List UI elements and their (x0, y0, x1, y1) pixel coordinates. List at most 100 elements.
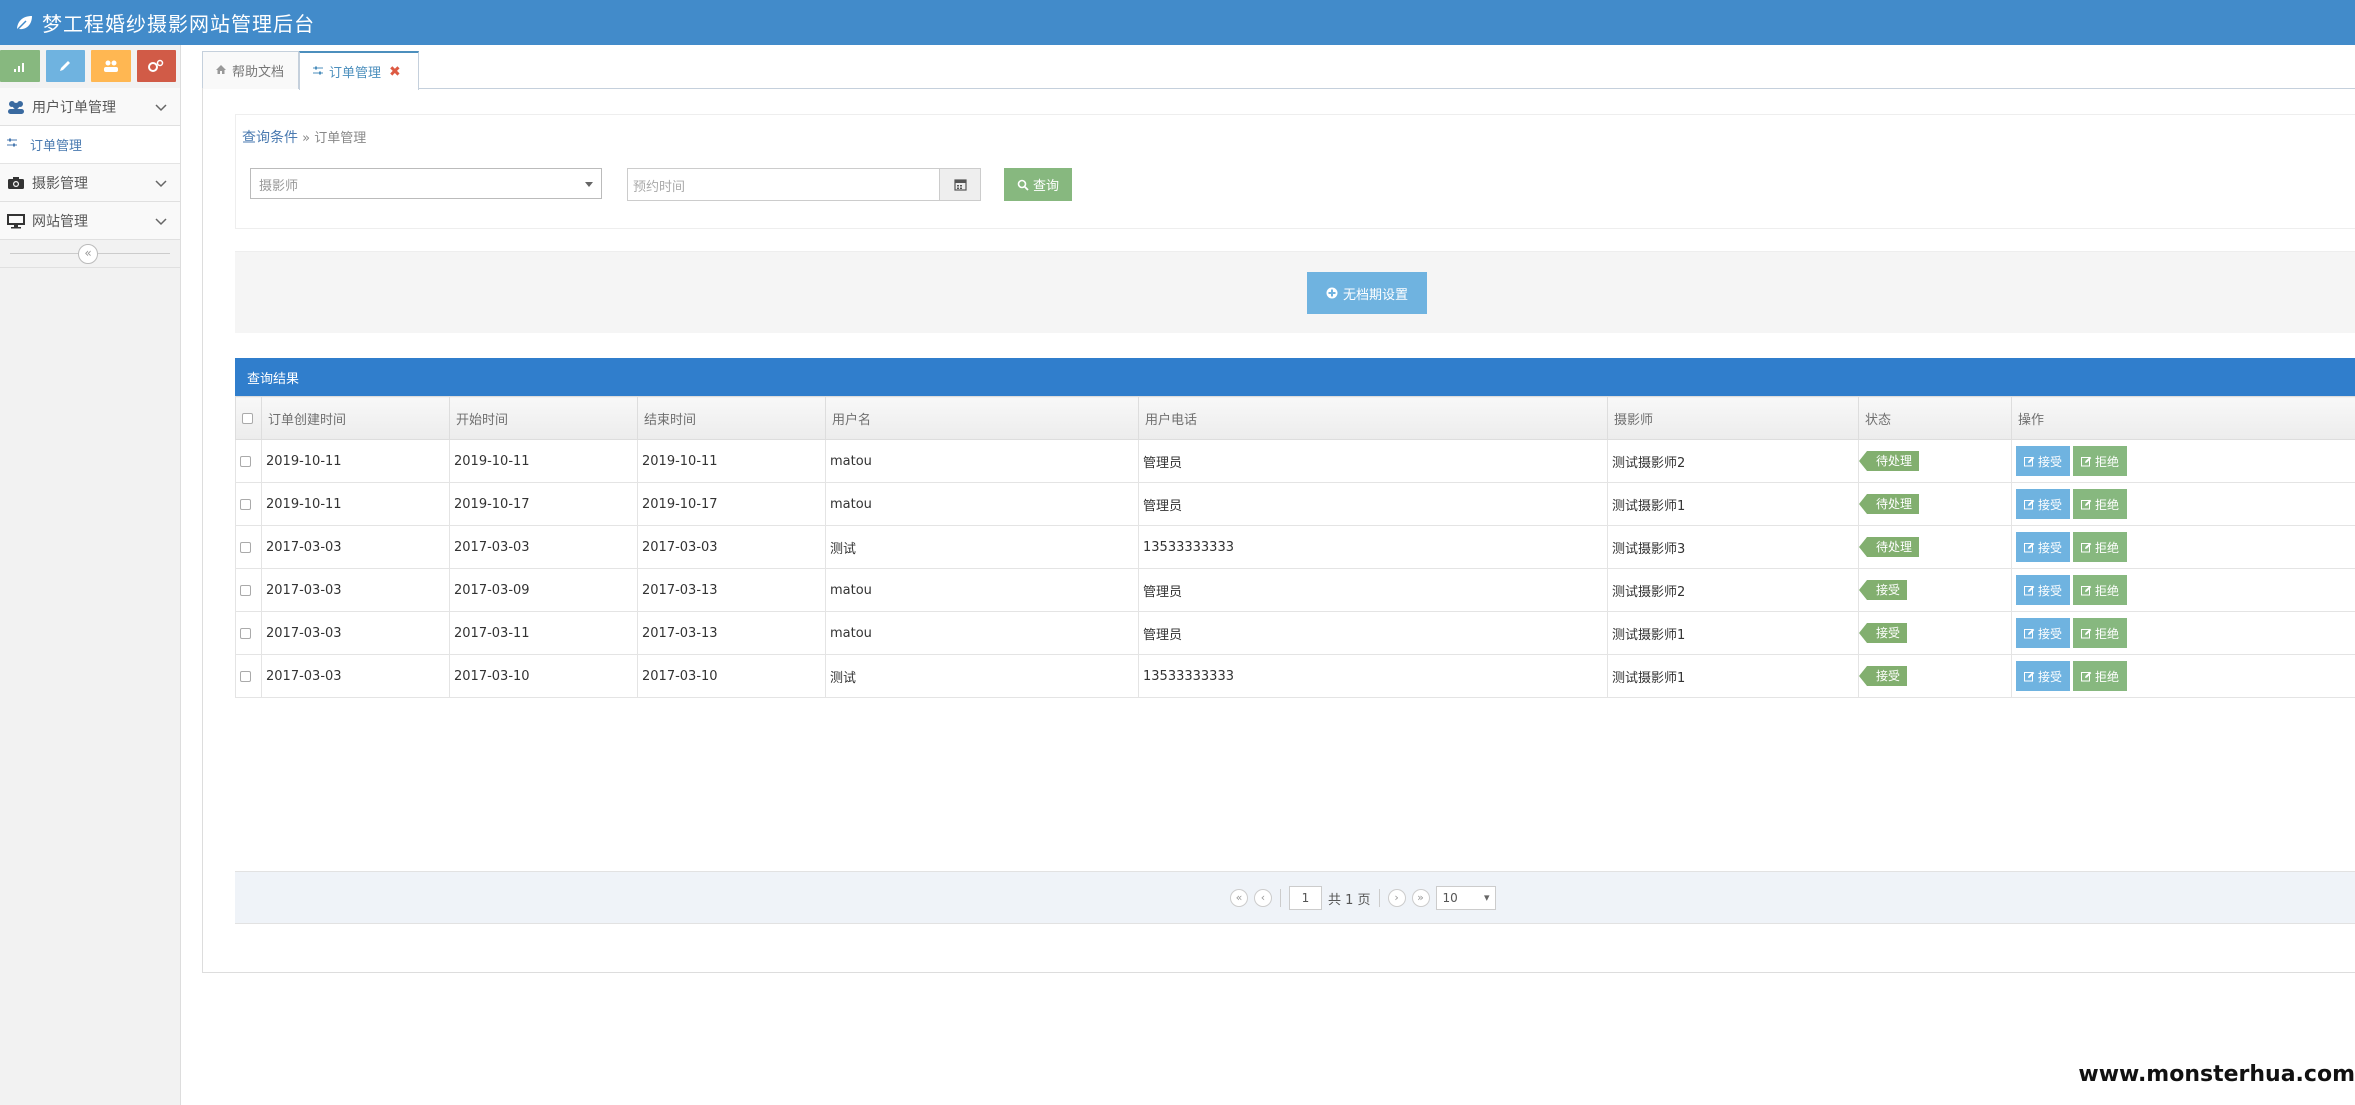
sliders-icon (6, 137, 20, 152)
sidebar-item-label: 订单管理 (30, 139, 83, 154)
total-pages-text: 共 1 页 (1328, 892, 1371, 908)
shortcut-pencil-button[interactable] (45, 50, 85, 82)
cell-phone: 管理员 (1138, 439, 1608, 483)
sidebar-item-order-management[interactable]: 订单管理 (0, 126, 180, 164)
tab-bar: 帮助文档 订单管理 ✖ (202, 51, 2355, 90)
row-checkbox[interactable] (240, 455, 251, 467)
row-select-cell (235, 654, 262, 698)
accept-button[interactable]: 接受 (2016, 575, 2070, 605)
photographer-select[interactable]: 摄影师 (250, 168, 602, 199)
cell-created: 2019-10-11 (261, 482, 450, 526)
status-badge: 接受 (1858, 580, 1908, 600)
caret-down-icon (585, 182, 593, 187)
table-row: 2017-03-03 2017-03-10 2017-03-10 测试 13533333… (235, 654, 2355, 698)
sidebar-item-photography[interactable]: 摄影管理 (0, 164, 180, 202)
shortcut-cogs-button[interactable] (136, 50, 176, 82)
next-page-button[interactable]: › (1387, 889, 1406, 907)
edit-icon (2023, 542, 2035, 552)
page-size-select[interactable]: 10 (1435, 886, 1496, 910)
breadcrumb-query-link[interactable]: 查询条件 (242, 130, 298, 146)
tab-label: 订单管理 (329, 66, 382, 81)
edit-icon (2023, 499, 2035, 509)
reject-button[interactable]: 拒绝 (2073, 446, 2127, 476)
column-header[interactable]: 状态 (1858, 396, 2012, 440)
cell-user: matou (825, 611, 1139, 655)
accept-button[interactable]: 接受 (2016, 489, 2070, 519)
reject-label: 拒绝 (2094, 626, 2119, 641)
cell-created: 2017-03-03 (261, 568, 450, 612)
edit-icon (2023, 456, 2035, 466)
calendar-button[interactable] (940, 168, 981, 201)
close-icon[interactable]: ✖ (389, 64, 401, 80)
column-header[interactable]: 用户电话 (1138, 396, 1608, 440)
toolbar-panel: 无档期设置 (235, 251, 2355, 333)
cell-start: 2017-03-03 (449, 525, 638, 569)
accept-button[interactable]: 接受 (2016, 661, 2070, 691)
tab-help-docs[interactable]: 帮助文档 (202, 51, 299, 89)
sidebar-item-user-orders[interactable]: 用户订单管理 (0, 88, 180, 126)
row-select-cell (235, 439, 262, 483)
calendar-icon (953, 179, 967, 191)
results-header: 查询结果 (235, 358, 2355, 396)
cell-status: 接受 (1858, 568, 2012, 612)
row-select-cell (235, 482, 262, 526)
home-icon (215, 64, 227, 78)
cell-status: 接受 (1858, 611, 2012, 655)
cell-end: 2019-10-11 (637, 439, 826, 483)
reject-button[interactable]: 拒绝 (2073, 661, 2127, 691)
last-page-button[interactable]: » (1411, 889, 1430, 907)
appointment-date-input[interactable]: 预约时间 (627, 168, 940, 201)
shortcut-users-button[interactable] (91, 50, 131, 82)
select-all-checkbox[interactable] (242, 412, 253, 424)
table-row: 2017-03-03 2017-03-03 2017-03-03 测试 13533333… (235, 525, 2355, 569)
cell-actions: 接受 拒绝 (2011, 568, 2355, 612)
accept-button[interactable]: 接受 (2016, 532, 2070, 562)
first-page-button[interactable]: « (1230, 889, 1248, 907)
reject-button[interactable]: 拒绝 (2073, 575, 2127, 605)
sidebar-item-website[interactable]: 网站管理 (0, 202, 180, 240)
query-panel: 查询条件 » 订单管理 摄影师 预约时间 查询 (235, 114, 2355, 229)
reject-button[interactable]: 拒绝 (2073, 532, 2127, 562)
pager-divider (1378, 889, 1380, 907)
cell-actions: 接受 拒绝 (2011, 482, 2355, 526)
row-select-cell (235, 525, 262, 569)
accept-button[interactable]: 接受 (2016, 618, 2070, 648)
reject-button[interactable]: 拒绝 (2073, 618, 2127, 648)
edit-icon (2080, 499, 2092, 509)
edit-icon (2080, 585, 2092, 595)
table-row: 2019-10-11 2019-10-11 2019-10-11 matou 管理员 测试… (235, 439, 2355, 483)
no-schedule-button[interactable]: 无档期设置 (1307, 272, 1427, 314)
cell-user: matou (825, 482, 1139, 526)
column-header[interactable]: 订单创建时间 (261, 396, 450, 440)
sidebar-collapse-button[interactable]: « (78, 244, 98, 264)
column-header[interactable]: 摄影师 (1607, 396, 1859, 440)
accept-label: 接受 (2037, 583, 2062, 598)
row-checkbox[interactable] (240, 627, 251, 639)
page-number-input[interactable]: 1 (1289, 886, 1322, 910)
select-all-header (235, 396, 262, 440)
shortcut-signal-button[interactable] (0, 50, 40, 82)
search-button[interactable]: 查询 (1004, 168, 1072, 201)
tab-order-management[interactable]: 订单管理 ✖ (299, 51, 419, 90)
users-icon (6, 99, 26, 115)
prev-page-button[interactable]: ‹ (1254, 889, 1272, 907)
search-icon (1017, 179, 1029, 191)
row-checkbox[interactable] (240, 670, 251, 682)
cell-end: 2017-03-03 (637, 525, 826, 569)
column-header[interactable]: 结束时间 (637, 396, 826, 440)
row-checkbox[interactable] (240, 541, 251, 553)
row-checkbox[interactable] (240, 584, 251, 596)
reject-button[interactable]: 拒绝 (2073, 489, 2127, 519)
column-header[interactable]: 开始时间 (449, 396, 638, 440)
cell-phone: 管理员 (1138, 611, 1608, 655)
cell-photographer: 测试摄影师2 (1607, 439, 1859, 483)
reject-label: 拒绝 (2094, 497, 2119, 512)
accept-button[interactable]: 接受 (2016, 446, 2070, 476)
cell-start: 2017-03-09 (449, 568, 638, 612)
sidebar-collapse-row: « (0, 240, 180, 268)
column-header[interactable]: 用户名 (825, 396, 1139, 440)
cell-photographer: 测试摄影师1 (1607, 482, 1859, 526)
row-checkbox[interactable] (240, 498, 251, 510)
cell-actions: 接受 拒绝 (2011, 525, 2355, 569)
table-row: 2017-03-03 2017-03-09 2017-03-13 matou 管理员 测试… (235, 568, 2355, 612)
